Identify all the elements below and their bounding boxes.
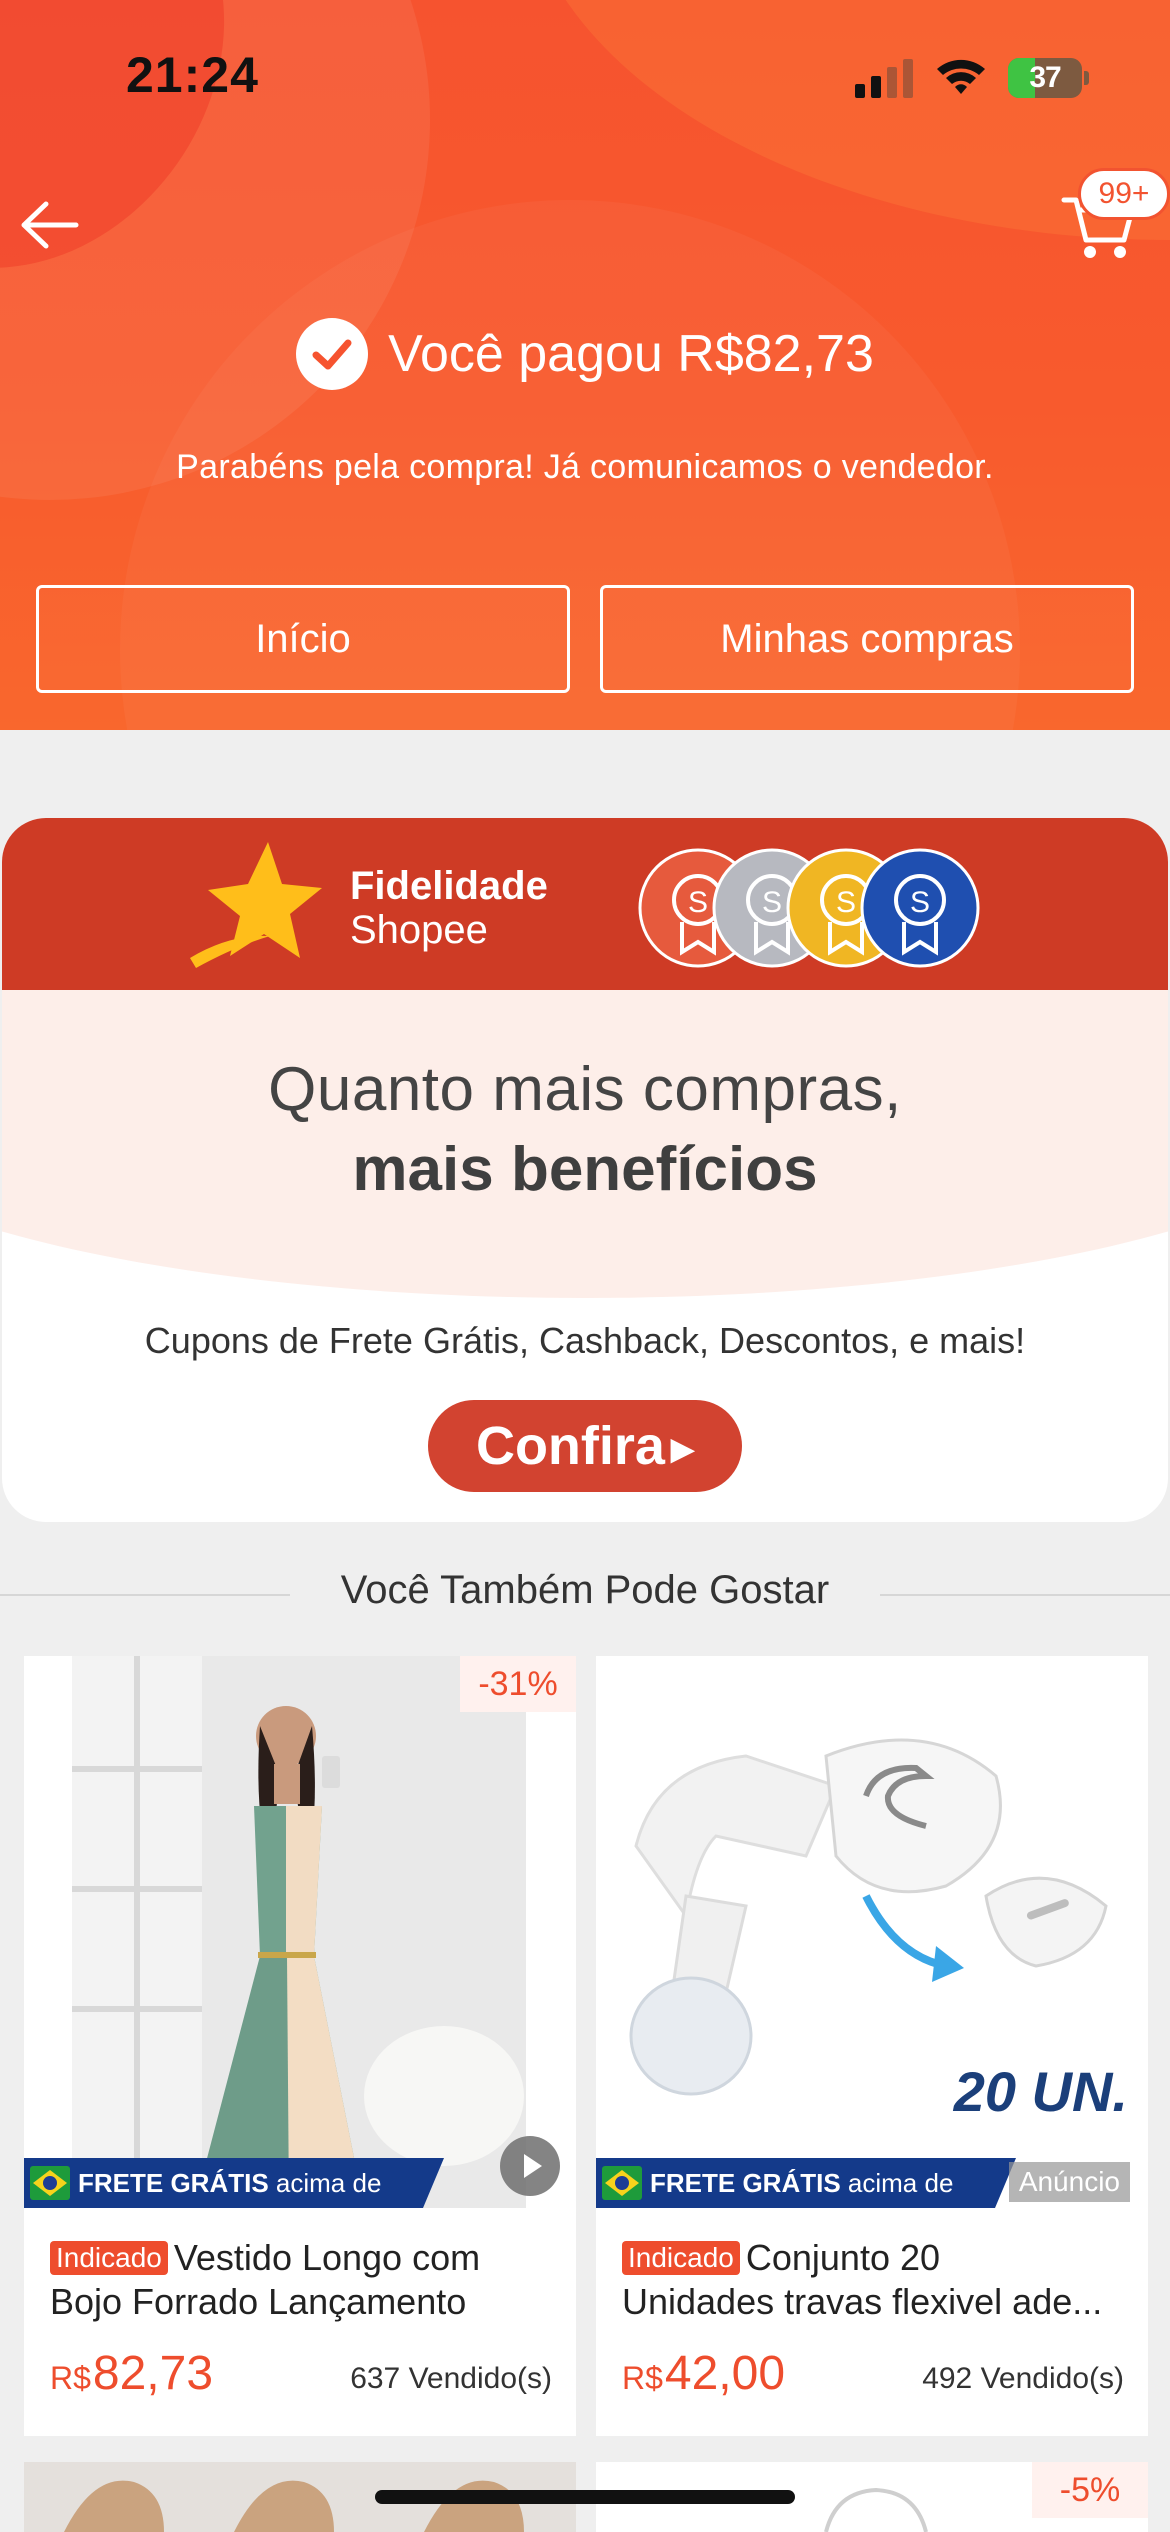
free-shipping-label: FRETE GRÁTIS — [78, 2168, 269, 2198]
back-arrow-icon[interactable] — [16, 192, 82, 258]
cart-count-badge: 99+ — [1078, 168, 1170, 220]
product-name: Indicado Conjunto 20 Unidades travas flex… — [622, 2236, 1122, 2324]
product-name-line2: Bojo Forrado Lançamento — [50, 2281, 467, 2322]
svg-text:S: S — [910, 886, 930, 919]
status-time: 21:24 — [126, 47, 259, 103]
ad-label: Anúncio — [1008, 2162, 1130, 2202]
loyalty-title: Fidelidade — [350, 864, 548, 908]
brazil-flag-icon — [602, 2166, 642, 2200]
discount-badge: -5% — [1032, 2462, 1148, 2518]
price-value: 42,00 — [664, 2347, 786, 2400]
free-shipping-badge: FRETE GRÁTIS acima de R$19 — [24, 2158, 444, 2208]
recommendations-title: Você Também Pode Gostar — [340, 1568, 830, 1612]
product-name-line2: Unidades travas flexivel ade... — [622, 2281, 1103, 2322]
payment-success-header: 21:24 37 99+ Você pagou R$82,73 Parabéns… — [0, 0, 1170, 730]
loyalty-banner[interactable]: Fidelidade Shopee S S S S Quanto mais compr… — [2, 818, 1168, 1522]
product-card[interactable]: 20 UN. FRETE GRÁTIS acima de R$19 Anúnci… — [596, 1656, 1148, 2436]
currency-symbol: R$ — [622, 2360, 663, 2396]
loyalty-medals-icon: SSSS — [638, 848, 980, 968]
home-button[interactable]: Início — [36, 585, 570, 693]
svg-text:S: S — [836, 886, 856, 919]
medal-icon: S — [860, 848, 980, 968]
product-image: 20 UN. FRETE GRÁTIS acima de R$19 Anúnci… — [596, 1656, 1148, 2208]
star-logo-icon — [190, 842, 322, 968]
loyalty-subtitle: Shopee — [350, 908, 488, 952]
price-value: 82,73 — [92, 2347, 214, 2400]
home-indicator[interactable] — [375, 2490, 795, 2504]
battery-icon: 37 — [1008, 58, 1089, 98]
cellular-signal-icon — [855, 59, 913, 98]
product-card[interactable]: -31% FRETE GRÁTIS acima de R$19 Indicado… — [24, 1656, 576, 2436]
product-name-line1: Conjunto 20 — [745, 2237, 941, 2278]
product-name-line1: Vestido Longo com — [173, 2237, 481, 2278]
product-name: Indicado Vestido Longo com Bojo Forrado L… — [50, 2236, 550, 2324]
confira-button[interactable]: Confira ▶ — [428, 1400, 742, 1492]
free-shipping-label: FRETE GRÁTIS — [650, 2168, 841, 2198]
recommended-tag: Indicado — [622, 2241, 740, 2275]
video-play-icon[interactable] — [500, 2136, 560, 2196]
product-price: R$82,73 — [50, 2346, 213, 2401]
svg-text:S: S — [688, 886, 708, 919]
banner-headline: Quanto mais compras, — [268, 1055, 902, 1124]
product-image: -31% FRETE GRÁTIS acima de R$19 — [24, 1656, 576, 2208]
brazil-flag-icon — [30, 2166, 70, 2200]
sold-count: 492 Vendido(s) — [922, 2362, 1124, 2395]
battery-level: 37 — [1029, 61, 1061, 94]
paid-amount-text: Você pagou R$82,73 — [388, 325, 874, 383]
product-image-label: 20 UN. — [953, 2060, 1128, 2123]
play-arrow-icon: ▶ — [670, 1432, 695, 1466]
my-purchases-button[interactable]: Minhas compras — [600, 585, 1134, 693]
sold-count: 637 Vendido(s) — [350, 2362, 552, 2395]
congrats-message: Parabéns pela compra! Já comunicamos o v… — [176, 448, 994, 486]
product-price: R$42,00 — [622, 2346, 785, 2401]
currency-symbol: R$ — [50, 2360, 91, 2396]
payment-confirmation: Você pagou R$82,73 — [0, 316, 1170, 392]
banner-top-strip: Fidelidade Shopee S S S S — [2, 818, 1168, 990]
wifi-icon — [937, 59, 985, 94]
banner-benefits-text: Cupons de Frete Grátis, Cashback, Descon… — [144, 1320, 1026, 1361]
discount-badge: -31% — [460, 1656, 576, 1712]
free-shipping-badge: FRETE GRÁTIS acima de R$19 — [596, 2158, 1016, 2208]
banner-headline-bold: mais benefícios — [352, 1135, 818, 1204]
svg-text:S: S — [762, 886, 782, 919]
recommended-tag: Indicado — [50, 2241, 168, 2275]
check-circle-icon — [296, 318, 369, 390]
confira-label: Confira — [475, 1416, 665, 1476]
